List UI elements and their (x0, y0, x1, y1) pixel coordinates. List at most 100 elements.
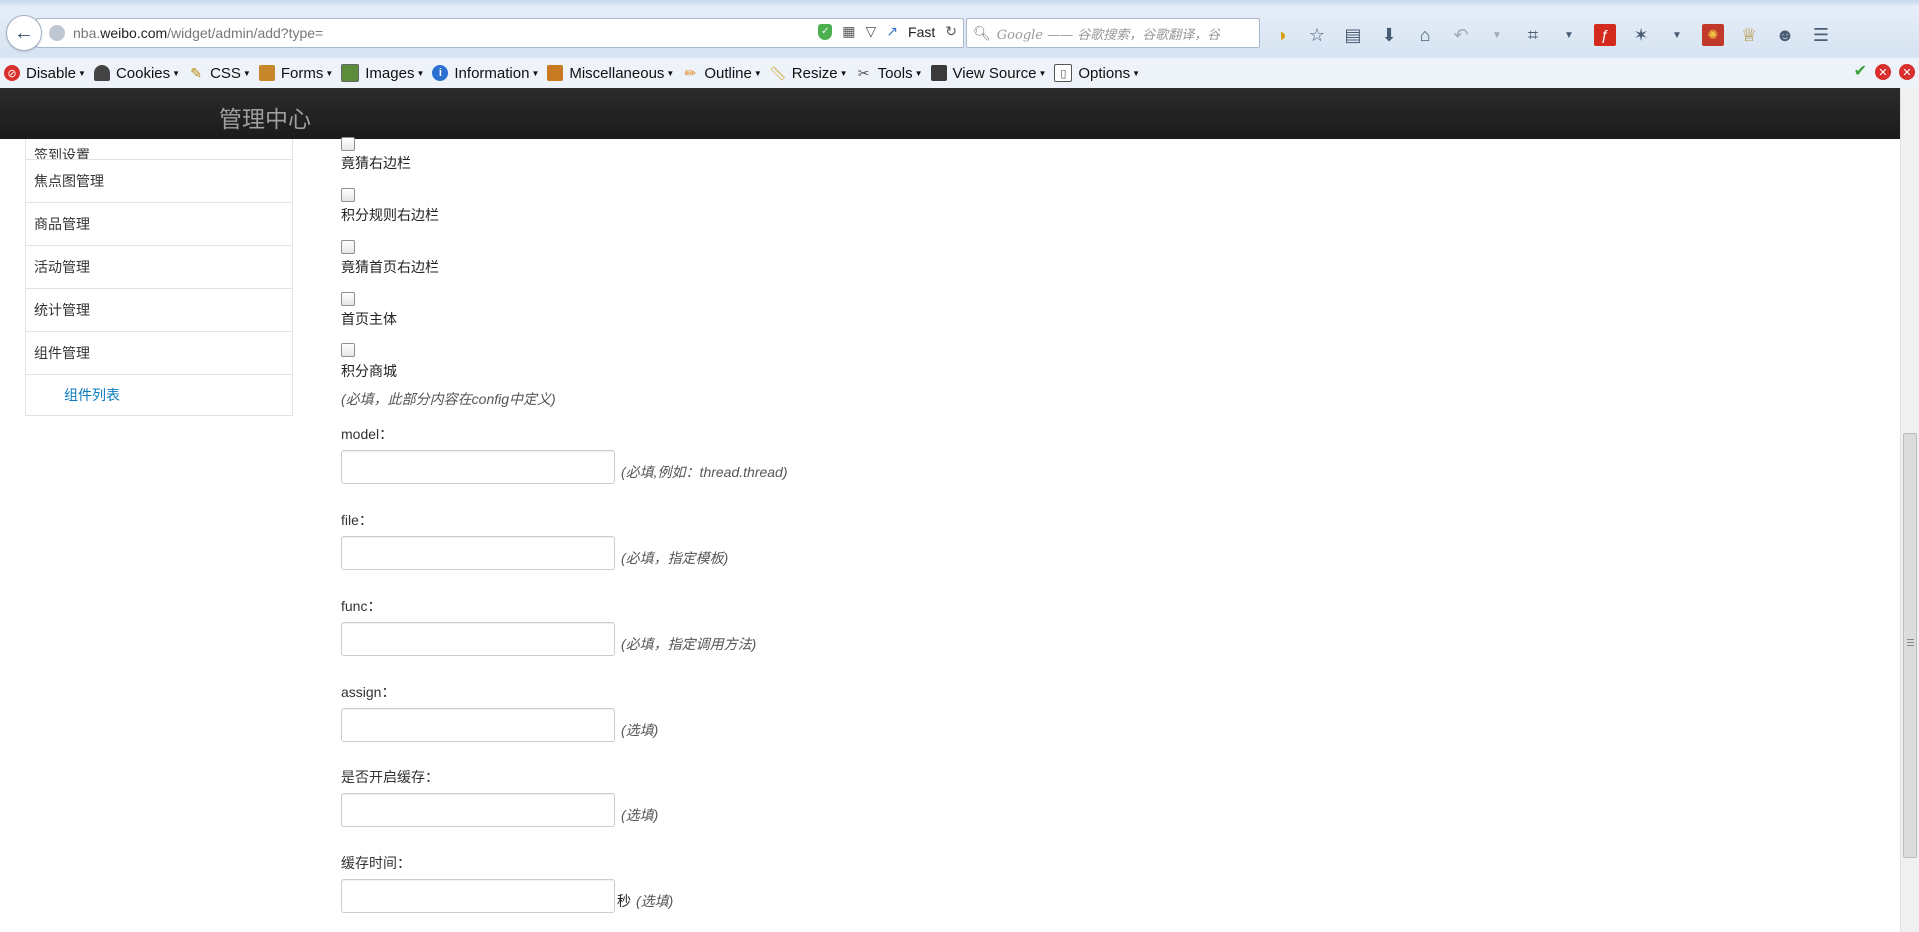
devbar-label: Information (454, 64, 530, 82)
devbar-label: Disable (26, 64, 77, 82)
devbar-label: Forms (280, 64, 324, 82)
devbar-label: Cookies (115, 64, 171, 82)
crop-dropdown-icon[interactable]: ▼ (1558, 24, 1580, 46)
search-box[interactable]: 🔍︎ Google —— 谷歌搜索，谷歌翻译，谷 (966, 18, 1260, 48)
screenshot-addon-icon[interactable]: ◑ (1270, 24, 1292, 46)
checkbox-guess-home-sidebar[interactable] (341, 240, 355, 254)
devbar-view-source[interactable]: View Source ▼ (930, 64, 1047, 82)
model-hint: (必填,例如：thread.thread) (621, 464, 788, 480)
devbar-resize[interactable]: 📏︎ Resize ▼ (768, 64, 848, 82)
devbar-label: Outline (704, 64, 752, 82)
sidebar-item-focus-images[interactable]: 焦点图管理 (25, 160, 293, 203)
resize-icon: 📏︎ (768, 64, 787, 81)
firebug-icon[interactable]: ✶ (1630, 24, 1652, 46)
bookmark-star-icon[interactable]: ☆ (1306, 24, 1328, 46)
caret-icon: ▼ (416, 68, 425, 78)
chat-icon[interactable]: ☻ (1774, 24, 1796, 46)
devbar-options[interactable]: ▯ Options ▼ (1054, 64, 1140, 82)
reading-list-icon[interactable]: ▤ (1342, 24, 1364, 46)
caret-icon: ▼ (78, 68, 86, 78)
shield-icon[interactable]: ✓ (818, 23, 833, 40)
caret-icon: ▼ (1132, 68, 1140, 78)
caret-icon: ▼ (1038, 68, 1047, 78)
devbar-forms[interactable]: Forms ▼ (258, 64, 333, 82)
sidebar-item-label: 商品管理 (34, 216, 90, 232)
cache-time-input[interactable] (341, 879, 615, 913)
trophy-icon[interactable]: ♕ (1738, 24, 1760, 46)
sidebar-item-label: 签到设置 (34, 147, 90, 160)
search-icon: 🔍︎ (973, 24, 991, 41)
devbar-cookies[interactable]: Cookies ▼ (93, 64, 180, 82)
file-label: file： (341, 512, 373, 528)
sidebar-item-activities[interactable]: 活动管理 (25, 246, 293, 289)
browser-nav-bar: nba.weibo.com/widget/admin/add?type= ✓ ▦… (0, 6, 1919, 59)
caret-icon: ▼ (531, 68, 540, 78)
crop-icon[interactable]: ⌗ (1522, 24, 1544, 46)
sidebar-subitem-widget-list[interactable]: 组件列表 (25, 375, 293, 416)
checkbox-points-rules-sidebar[interactable] (341, 188, 355, 202)
url-prefix: nba. (73, 25, 101, 41)
url-bar-icons: ✓ ▦ ▽ ↗ Fast ↻ (818, 23, 957, 40)
func-input[interactable] (341, 622, 615, 656)
site-identity-icon[interactable] (49, 25, 65, 41)
qr-code-icon[interactable]: ▦ (842, 23, 855, 40)
addon-icon[interactable]: ✺ (1702, 24, 1724, 46)
search-input[interactable]: Google —— 谷歌搜索，谷歌翻译，谷 (997, 24, 1220, 43)
file-input[interactable] (341, 536, 615, 570)
url-text[interactable]: nba.weibo.com/widget/admin/add?type= (73, 25, 323, 41)
sidebar-item-widgets[interactable]: 组件管理 (25, 332, 293, 375)
dropdown-arrow-icon[interactable]: ▽ (866, 23, 877, 40)
options-icon: ▯ (1054, 64, 1073, 82)
devbar-label: Miscellaneous (569, 64, 665, 82)
valid-checkmark-icon[interactable]: ✔ (1854, 64, 1867, 80)
cache-enabled-hint: (选填) (621, 807, 659, 823)
sidebar-item-statistics[interactable]: 统计管理 (25, 289, 293, 332)
checkbox-label: 积分规则右边栏 (341, 207, 439, 223)
checkbox-label: 竟猜首页右边栏 (341, 259, 439, 275)
menu-icon[interactable]: ☰ (1810, 24, 1832, 46)
undo-icon[interactable]: ↶ (1450, 24, 1472, 46)
devbar-miscellaneous[interactable]: Miscellaneous ▼ (547, 65, 674, 82)
devbar-css[interactable]: ✎ CSS ▼ (188, 65, 251, 82)
js-error-icon[interactable]: ✕ (1899, 64, 1915, 80)
assign-input[interactable] (341, 708, 615, 742)
sidebar-item-label: 统计管理 (34, 302, 90, 318)
devbar-label: View Source (952, 64, 1037, 82)
toolbar-icons: ◑ ☆ ▤ ⬇ ⌂ ↶ ▼ ⌗ ▼ ƒ ✶ ▼ ✺ ♕ ☻ ☰ (1270, 24, 1832, 46)
brand-title[interactable]: 管理中心 (219, 100, 311, 134)
css-error-icon[interactable]: ✕ (1875, 64, 1891, 80)
checkbox-guess-sidebar[interactable] (341, 137, 355, 151)
devbar-outline[interactable]: ✏ Outline ▼ (682, 65, 761, 82)
devbar-disable[interactable]: ⊘ Disable ▼ (4, 65, 86, 82)
speed-label[interactable]: Fast (908, 24, 935, 40)
sidebar-item-products[interactable]: 商品管理 (25, 203, 293, 246)
devbar-tools[interactable]: ✂ Tools ▼ (856, 65, 923, 82)
sidebar: 签到设置 焦点图管理 商品管理 活动管理 统计管理 组件管理 组件列表 (25, 139, 293, 416)
cache-enabled-input[interactable] (341, 793, 615, 827)
undo-dropdown-icon[interactable]: ▼ (1486, 24, 1508, 46)
images-icon (341, 64, 360, 82)
url-bar[interactable]: nba.weibo.com/widget/admin/add?type= ✓ ▦… (36, 18, 964, 48)
caret-icon: ▼ (839, 68, 848, 78)
sidebar-item-checkin-settings[interactable]: 签到设置 (25, 139, 293, 160)
model-label: model： (341, 426, 394, 442)
home-icon[interactable]: ⌂ (1414, 24, 1436, 46)
back-arrow-icon: ← (14, 21, 34, 44)
devbar-images[interactable]: Images ▼ (341, 64, 424, 82)
position-note: (必填，此部分内容在config中定义) (341, 391, 556, 407)
caret-icon: ▼ (753, 68, 762, 78)
firebug-dropdown-icon[interactable]: ▼ (1666, 24, 1688, 46)
scrollbar-thumb[interactable] (1903, 433, 1917, 858)
page-scrollbar[interactable] (1900, 88, 1919, 932)
reload-icon[interactable]: ↻ (945, 23, 957, 40)
model-input[interactable] (341, 450, 615, 484)
download-icon[interactable]: ⬇ (1378, 24, 1400, 46)
devbar-information[interactable]: i Information ▼ (432, 65, 539, 82)
sidebar-subitem-label: 组件列表 (64, 387, 120, 403)
checkbox-points-mall[interactable] (341, 343, 355, 357)
checkbox-home-main[interactable] (341, 292, 355, 306)
assign-hint: (选填) (621, 722, 659, 738)
flash-icon[interactable]: ƒ (1594, 24, 1616, 46)
sidebar-item-label: 活动管理 (34, 259, 90, 275)
back-button[interactable]: ← (6, 15, 42, 51)
